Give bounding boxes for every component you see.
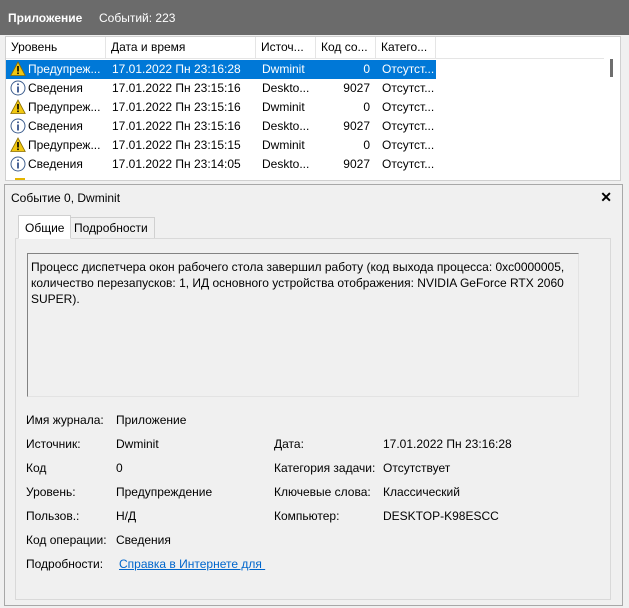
row-category: Отсутст... xyxy=(382,119,435,133)
keywords-label: Ключевые слова: xyxy=(274,485,371,499)
row-level: Предупреж... xyxy=(28,138,101,152)
header-divider xyxy=(6,58,606,59)
column-header-source[interactable]: Источ... xyxy=(256,37,316,58)
warning-icon xyxy=(10,61,26,76)
log-name-label: Имя журнала: xyxy=(26,413,104,427)
row-source: Dwminit xyxy=(262,62,305,76)
computer-label: Компьютер: xyxy=(274,509,340,523)
row-code: 0 xyxy=(363,62,370,76)
task-category-value: Отсутствует xyxy=(383,461,451,475)
tab-details[interactable]: Подробности xyxy=(67,217,155,239)
task-category-label: Категория задачи: xyxy=(274,461,376,475)
code-value: 0 xyxy=(116,461,123,475)
info-icon xyxy=(10,80,26,96)
partial-row-warning-icon xyxy=(15,178,25,180)
row-level: Предупреж... xyxy=(28,100,101,114)
level-label: Уровень: xyxy=(26,485,76,499)
column-header-code[interactable]: Код со... xyxy=(316,37,376,58)
row-datetime: 17.01.2022 Пн 23:16:28 xyxy=(112,62,241,76)
row-source: Deskto... xyxy=(262,157,310,171)
row-code: 0 xyxy=(363,138,370,152)
warning-icon xyxy=(10,99,26,114)
code-label: Код xyxy=(26,461,47,475)
event-row[interactable]: Сведения 17.01.2022 Пн 23:15:16 Deskto... 9… xyxy=(6,117,436,136)
row-category: Отсутст... xyxy=(382,100,435,114)
event-message-box[interactable]: Процесс диспетчера окон рабочего стола з… xyxy=(27,253,579,397)
keywords-value: Классический xyxy=(383,485,460,499)
more-info-label: Подробности: xyxy=(26,557,104,571)
column-header-level[interactable]: Уровень xyxy=(6,37,106,58)
log-name: Приложение xyxy=(8,11,83,25)
info-icon xyxy=(10,118,26,134)
user-label: Пользов.: xyxy=(26,509,80,523)
source-label: Источник: xyxy=(26,437,81,451)
event-row[interactable]: Сведения 17.01.2022 Пн 23:14:05 Deskto... 9… xyxy=(6,155,436,174)
opcode-value: Сведения xyxy=(116,533,171,547)
close-icon[interactable]: ✕ xyxy=(600,189,612,206)
event-row[interactable]: Предупреж... 17.01.2022 Пн 23:16:28 Dwmini… xyxy=(6,60,436,79)
scrollbar-thumb[interactable] xyxy=(610,59,613,77)
tab-general[interactable]: Общие xyxy=(18,215,72,239)
column-header-datetime[interactable]: Дата и время xyxy=(106,37,256,58)
log-name-value: Приложение xyxy=(116,413,187,427)
row-level: Сведения xyxy=(28,81,83,95)
row-source: Deskto... xyxy=(262,119,310,133)
event-message: Процесс диспетчера окон рабочего стола з… xyxy=(31,260,565,306)
row-code: 0 xyxy=(363,100,370,114)
row-category: Отсутст... xyxy=(382,62,435,76)
row-level: Предупреж... xyxy=(28,62,101,76)
event-row[interactable]: Сведения 17.01.2022 Пн 23:15:16 Deskto... 9… xyxy=(6,79,436,98)
row-source: Deskto... xyxy=(262,81,310,95)
row-datetime: 17.01.2022 Пн 23:15:16 xyxy=(112,119,241,133)
row-source: Dwminit xyxy=(262,138,305,152)
event-title: Событие 0, Dwminit xyxy=(11,191,121,205)
row-datetime: 17.01.2022 Пн 23:14:05 xyxy=(112,157,241,171)
source-value: Dwminit xyxy=(116,437,159,451)
date-label: Дата: xyxy=(274,437,304,451)
row-datetime: 17.01.2022 Пн 23:15:15 xyxy=(112,138,241,152)
opcode-label: Код операции: xyxy=(26,533,107,547)
user-value: Н/Д xyxy=(116,509,137,523)
row-code: 9027 xyxy=(343,81,370,95)
event-details-pane: Событие 0, Dwminit ✕ Общие Подробности П… xyxy=(4,184,623,606)
row-level: Сведения xyxy=(28,119,83,133)
event-count: Событий: 223 xyxy=(99,11,176,25)
info-icon xyxy=(10,156,26,172)
event-row[interactable]: Предупреж... 17.01.2022 Пн 23:15:15 Dwmini… xyxy=(6,136,436,155)
level-value: Предупреждение xyxy=(116,485,213,499)
row-category: Отсутст... xyxy=(382,81,435,95)
computer-value: DESKTOP-K98ESCC xyxy=(383,509,499,523)
row-category: Отсутст... xyxy=(382,138,435,152)
log-header: Приложение Событий: 223 xyxy=(0,0,629,35)
date-value: 17.01.2022 Пн 23:16:28 xyxy=(383,437,512,451)
vertical-scrollbar[interactable] xyxy=(604,37,620,180)
warning-icon xyxy=(10,137,26,152)
event-list[interactable]: Уровень Дата и время Источ... Код со... … xyxy=(5,36,621,181)
row-datetime: 17.01.2022 Пн 23:15:16 xyxy=(112,100,241,114)
event-row[interactable]: Предупреж... 17.01.2022 Пн 23:15:16 Dwmini… xyxy=(6,98,436,117)
row-level: Сведения xyxy=(28,157,83,171)
online-help-link[interactable]: Справка в Интернете для xyxy=(119,557,265,571)
row-category: Отсутст... xyxy=(382,157,435,171)
row-source: Dwminit xyxy=(262,100,305,114)
row-code: 9027 xyxy=(343,119,370,133)
column-header-category[interactable]: Катего... xyxy=(376,37,436,58)
row-datetime: 17.01.2022 Пн 23:15:16 xyxy=(112,81,241,95)
row-code: 9027 xyxy=(343,157,370,171)
